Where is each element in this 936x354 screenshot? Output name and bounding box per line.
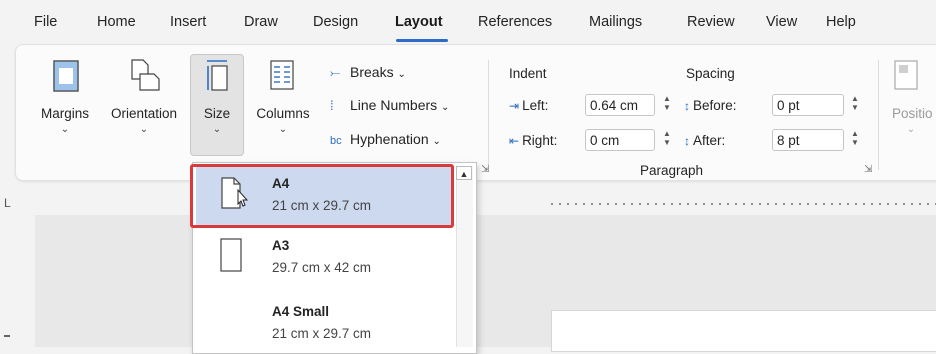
spacing-after-input[interactable]: 8 pt <box>772 129 844 151</box>
paragraph-launcher-icon[interactable]: ⇲ <box>864 164 872 175</box>
columns-chevron-icon: ⌄ <box>278 124 288 135</box>
size-label: Size <box>203 106 231 121</box>
size-option-name: A3 <box>272 238 290 253</box>
hyphenation-icon: bc <box>330 135 342 147</box>
ruler-ticks <box>548 202 936 206</box>
page-setup-launcher-icon[interactable]: ⇲ <box>481 164 489 175</box>
tab-references[interactable]: References <box>478 14 552 30</box>
ribbon-tabs: File Home Insert Draw Design Layout Refe… <box>0 0 936 44</box>
size-option-dimensions: 21 cm x 29.7 cm <box>272 326 372 341</box>
tab-review[interactable]: Review <box>687 14 735 30</box>
breaks-button[interactable]: ⤚ Breaks ⌄ <box>330 64 406 81</box>
position-chevron-icon: ⌄ <box>906 124 916 135</box>
highlight-annotation <box>190 164 454 228</box>
tab-mailings[interactable]: Mailings <box>589 14 642 30</box>
orientation-button[interactable]: Orientation ⌄ <box>102 54 186 154</box>
page-a3-icon <box>220 238 242 272</box>
size-icon <box>207 60 228 91</box>
spacing-before-icon: ↕ <box>684 99 690 113</box>
tab-layout[interactable]: Layout <box>395 14 443 30</box>
tab-selector[interactable]: L <box>4 196 11 210</box>
tab-file[interactable]: File <box>34 14 57 30</box>
spacing-before-label: ↕ Before: <box>684 98 737 113</box>
indent-right-spinner[interactable]: ▲ ▼ <box>661 129 673 151</box>
margins-chevron-icon: ⌄ <box>60 124 70 135</box>
spacing-before-input[interactable]: 0 pt <box>772 94 844 116</box>
spacing-after-icon: ↕ <box>684 134 690 148</box>
vertical-ruler <box>15 215 35 347</box>
spacing-after-spinner[interactable]: ▲ ▼ <box>849 129 861 151</box>
position-label: Positio <box>892 106 933 121</box>
columns-button[interactable]: Columns ⌄ <box>250 54 316 154</box>
line-numbers-button[interactable]: ⁞ Line Numbers ⌄ <box>330 97 449 113</box>
indent-title: Indent <box>509 66 547 81</box>
spacing-title: Spacing <box>686 66 735 81</box>
spacing-after-label: ↕ After: <box>684 133 726 148</box>
indent-left-input[interactable]: 0.64 cm <box>585 94 655 116</box>
indent-left-spinner[interactable]: ▲ ▼ <box>661 94 673 116</box>
tab-view[interactable]: View <box>766 14 797 30</box>
margins-icon <box>53 60 79 92</box>
hyphenation-label: Hyphenation <box>350 131 429 147</box>
orientation-label: Orientation <box>110 106 178 121</box>
line-numbers-label: Line Numbers <box>350 97 438 113</box>
breaks-label: Breaks <box>350 64 394 80</box>
size-option-a4-small[interactable]: A4 Small 21 cm x 29.7 cm <box>196 296 452 347</box>
position-button[interactable]: Positio ⌄ <box>886 54 936 154</box>
indent-left-label: ⇥ Left: <box>509 98 549 113</box>
hyphenation-chevron-icon: ⌄ <box>432 136 441 147</box>
dropdown-scrollbar[interactable] <box>456 166 473 347</box>
columns-icon <box>270 60 294 90</box>
ribbon-separator <box>488 60 489 170</box>
indent-left-icon: ⇥ <box>509 99 520 113</box>
size-option-dimensions: 29.7 cm x 42 cm <box>272 260 372 275</box>
size-option-a3[interactable]: A3 29.7 cm x 42 cm <box>196 230 452 290</box>
hyphenation-button[interactable]: bc Hyphenation ⌄ <box>330 131 441 147</box>
document-page[interactable] <box>551 310 936 352</box>
line-numbers-chevron-icon: ⌄ <box>441 102 450 113</box>
tab-insert[interactable]: Insert <box>170 14 206 30</box>
margins-label: Margins <box>40 106 89 121</box>
line-numbers-icon: ⁞ <box>330 98 334 113</box>
indent-right-input[interactable]: 0 cm <box>585 129 655 151</box>
scroll-up-button[interactable]: ▲ <box>456 166 472 180</box>
orientation-icon <box>131 59 160 91</box>
breaks-icon: ⤚ <box>330 65 341 80</box>
size-option-name: A4 Small <box>272 304 330 319</box>
columns-label: Columns <box>256 106 310 121</box>
tab-help[interactable]: Help <box>826 14 856 30</box>
orientation-chevron-icon: ⌄ <box>139 124 149 135</box>
position-icon <box>894 60 918 90</box>
margins-button[interactable]: Margins ⌄ <box>36 54 94 154</box>
size-button-content[interactable]: Size ⌄ <box>190 54 244 154</box>
indent-right-icon: ⇤ <box>509 134 520 148</box>
ribbon-separator-2 <box>878 60 879 170</box>
size-chevron-icon: ⌄ <box>212 124 222 135</box>
vertical-ruler-mark <box>4 335 10 337</box>
tab-home[interactable]: Home <box>97 14 136 30</box>
tab-design[interactable]: Design <box>313 14 358 30</box>
spacing-before-spinner[interactable]: ▲ ▼ <box>849 94 861 116</box>
paragraph-group-title: Paragraph <box>640 163 704 178</box>
indent-right-label: ⇤ Right: <box>509 133 558 148</box>
tab-draw[interactable]: Draw <box>244 14 278 30</box>
active-tab-indicator <box>396 39 448 42</box>
breaks-chevron-icon: ⌄ <box>397 69 406 80</box>
